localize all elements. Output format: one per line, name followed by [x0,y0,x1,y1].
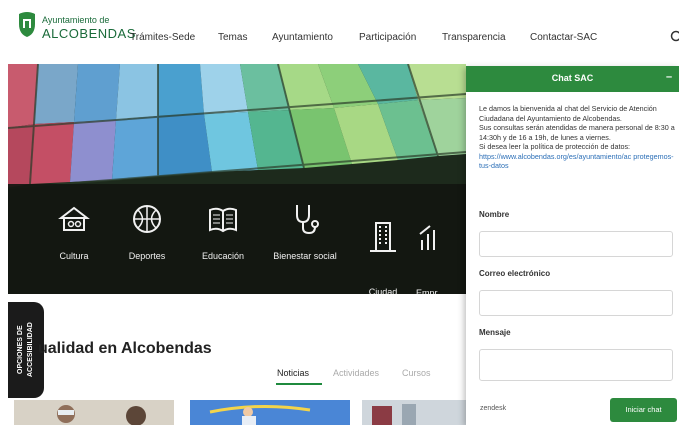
news-card-image[interactable] [190,400,350,425]
news-card-photo [362,400,466,425]
nav-item-transparencia[interactable]: Transparencia [442,32,506,43]
nav-item-tramites[interactable]: Trámites-Sede [130,32,195,43]
category-educacion[interactable]: Educación [180,202,266,263]
nav-item-contactar-sac[interactable]: Contactar-SAC [530,32,597,43]
nav-item-temas[interactable]: Temas [218,32,247,43]
chat-title: Chat SAC [551,73,594,83]
building-icon [370,222,396,252]
chat-intro-text: Le damos la bienvenida al chat del Servi… [479,104,657,123]
news-card-image[interactable] [14,400,174,425]
chart-icon [419,225,435,250]
email-field[interactable] [479,290,673,316]
minimize-button[interactable]: – [666,71,672,83]
news-card-image[interactable] [362,400,466,425]
hero-banner: Cultura Deportes Educación Bienestar soc… [8,64,466,294]
nav-item-ayuntamiento[interactable]: Ayuntamiento [272,32,333,43]
chat-footer: zendesk Iniciar chat [466,384,679,425]
name-label: Nombre [479,210,510,219]
privacy-policy-link[interactable]: https://www.alcobendas.org/es/ayuntamien… [479,152,675,171]
start-chat-button[interactable]: Iniciar chat [610,398,677,422]
chat-privacy-text: Si desea leer la política de protección … [479,142,631,151]
category-deportes[interactable]: Deportes [104,202,190,263]
category-bienestar-social[interactable]: Bienestar social [262,202,348,263]
search-icon[interactable] [670,30,679,44]
stethoscope-icon [296,205,319,235]
category-ciudad-sostenible[interactable]: Ciudad Sostenible [340,202,426,294]
category-label: Deportes [128,251,166,261]
category-empresa-comercio-empleo[interactable]: Empr Come Empl [416,202,466,294]
active-tab-indicator [276,383,322,385]
book-icon [209,207,237,233]
section-title: ualidad en Alcobendas [38,340,212,357]
category-label: Educación [201,251,245,261]
alcobendas-logo[interactable]: Ayuntamiento de ALCOBENDAS [16,10,135,48]
accessibility-label: OPCIONES DE ACCESIBILIDAD [17,322,34,378]
news-card-photo [190,400,350,425]
site-header: Ayuntamiento de ALCOBENDAS Trámites-Sede… [0,0,679,64]
message-field[interactable] [479,349,673,381]
chat-sac-panel: Chat SAC – Le damos la bienvenida al cha… [466,66,679,425]
chat-hours-text: Sus consultas serán atendidas de manera … [479,123,675,142]
nav-item-participacion[interactable]: Participación [359,32,416,43]
chat-header: Chat SAC – [466,66,679,92]
category-label: Empr Come Empl [416,288,438,294]
category-label: Bienestar social [273,251,337,261]
news-card-photo [14,400,174,425]
coat-of-arms-icon [19,12,35,37]
tab-noticias[interactable]: Noticias [277,368,309,378]
category-label: Ciudad Sostenible [368,287,398,294]
basketball-icon [133,205,161,233]
tab-actividades[interactable]: Actividades [333,368,379,378]
logo-text-main: ALCOBENDAS [42,26,136,41]
logo-text-top: Ayuntamiento de [42,15,110,25]
name-field[interactable] [479,231,673,257]
culture-icon [58,206,90,231]
chat-welcome-message: Le damos la bienvenida al chat del Servi… [479,104,675,171]
email-label: Correo electrónico [479,269,551,278]
tab-cursos[interactable]: Cursos [402,368,431,378]
message-label: Mensaje [479,328,511,337]
zendesk-link[interactable]: zendesk [480,405,506,412]
